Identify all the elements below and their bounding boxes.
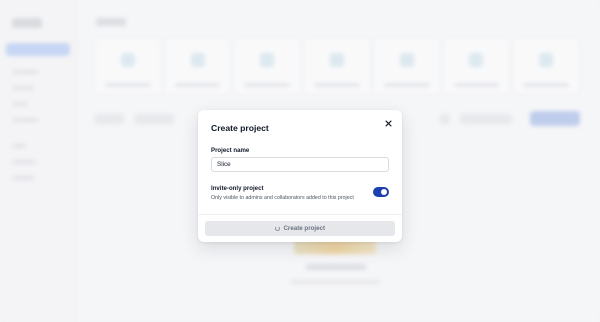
dialog-divider [198,214,402,215]
create-project-label: Create project [283,225,326,232]
spinner-icon [274,225,281,232]
close-button[interactable] [382,117,394,129]
close-icon [384,119,392,127]
project-name-input[interactable] [211,157,389,172]
create-project-button[interactable]: Create project [205,221,395,236]
invite-only-description: Only visible to admins and collaborators… [211,195,354,201]
dialog-title: Create project [211,123,269,133]
project-name-label: Project name [211,147,250,154]
toggle-knob [380,188,388,196]
invite-only-title: Invite-only project [211,185,264,192]
invite-only-toggle[interactable] [373,187,389,197]
create-project-dialog: Create project Project name Invite-only … [198,110,402,242]
